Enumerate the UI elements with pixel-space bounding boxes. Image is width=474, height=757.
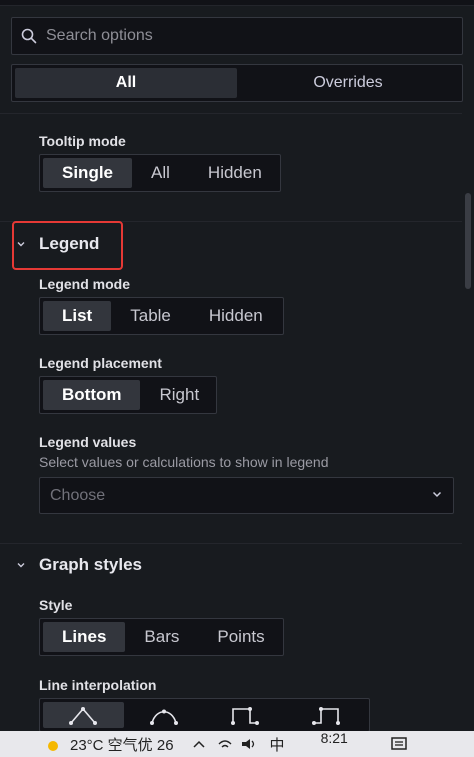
- legend-mode-label: Legend mode: [39, 276, 131, 292]
- tab-overrides[interactable]: Overrides: [237, 68, 459, 98]
- legend-mode-list[interactable]: List: [43, 301, 112, 331]
- divider: [0, 543, 462, 544]
- step-before-icon: [230, 707, 259, 725]
- graph-styles-section-title: Graph styles: [39, 555, 142, 574]
- network-icon[interactable]: [216, 737, 234, 751]
- step-before-button[interactable]: [205, 702, 286, 728]
- legend-mode-table[interactable]: Table: [111, 301, 190, 331]
- style-radio-group: Lines Bars Points: [39, 618, 284, 656]
- graph-styles-section-header[interactable]: Graph styles: [12, 555, 142, 575]
- weather-icon: [44, 735, 62, 753]
- notification-icon[interactable]: [390, 736, 408, 752]
- style-bars[interactable]: Bars: [125, 622, 198, 652]
- legend-mode-hidden[interactable]: Hidden: [190, 301, 282, 331]
- legend-values-description: Select values or calculations to show in…: [39, 454, 329, 470]
- tooltip-mode-single[interactable]: Single: [43, 158, 133, 188]
- top-border: [0, 0, 474, 6]
- tooltip-mode-all[interactable]: All: [132, 158, 189, 188]
- legend-highlight-box: [12, 221, 123, 270]
- tooltip-mode-label: Tooltip mode: [39, 133, 126, 149]
- chevron-down-icon: [12, 556, 30, 574]
- step-after-icon: [311, 707, 340, 725]
- volume-icon[interactable]: [240, 737, 258, 751]
- line-interpolation-label: Line interpolation: [39, 677, 157, 693]
- linear-interpolation-button[interactable]: [43, 702, 124, 728]
- chevron-down-icon: [431, 487, 443, 505]
- step-after-button[interactable]: [285, 702, 366, 728]
- legend-placement-bottom[interactable]: Bottom: [43, 380, 141, 410]
- legend-values-placeholder: Choose: [50, 486, 106, 504]
- scrollbar-thumb[interactable]: [465, 193, 471, 289]
- chevron-up-icon[interactable]: [192, 738, 206, 750]
- style-lines[interactable]: Lines: [43, 622, 126, 652]
- divider: [0, 113, 462, 114]
- weather-text[interactable]: 23°C 空气优 26: [70, 734, 174, 755]
- options-tabs: All Overrides: [11, 64, 463, 102]
- tab-all[interactable]: All: [15, 68, 237, 98]
- legend-values-select[interactable]: Choose: [39, 477, 454, 514]
- legend-placement-label: Legend placement: [39, 355, 162, 371]
- taskbar: 23°C 空气优 26 中 8:21: [0, 730, 474, 757]
- legend-placement-right[interactable]: Right: [140, 380, 218, 410]
- legend-values-label: Legend values: [39, 434, 137, 450]
- clock-time[interactable]: 8:21: [321, 730, 348, 746]
- linear-interpolation-icon: [69, 707, 98, 725]
- smooth-interpolation-icon: [150, 709, 179, 725]
- style-label: Style: [39, 597, 73, 613]
- search-icon: [12, 18, 46, 54]
- style-points[interactable]: Points: [198, 622, 283, 652]
- line-interpolation-radio-group: [39, 698, 370, 732]
- tooltip-mode-radio-group: Single All Hidden: [39, 154, 281, 192]
- legend-placement-radio-group: Bottom Right: [39, 376, 217, 414]
- ime-indicator[interactable]: 中: [270, 734, 285, 755]
- legend-mode-radio-group: List Table Hidden: [39, 297, 284, 335]
- search-input[interactable]: [46, 27, 446, 45]
- tooltip-mode-hidden[interactable]: Hidden: [189, 158, 281, 188]
- smooth-interpolation-button[interactable]: [124, 702, 205, 728]
- search-box[interactable]: [11, 17, 463, 55]
